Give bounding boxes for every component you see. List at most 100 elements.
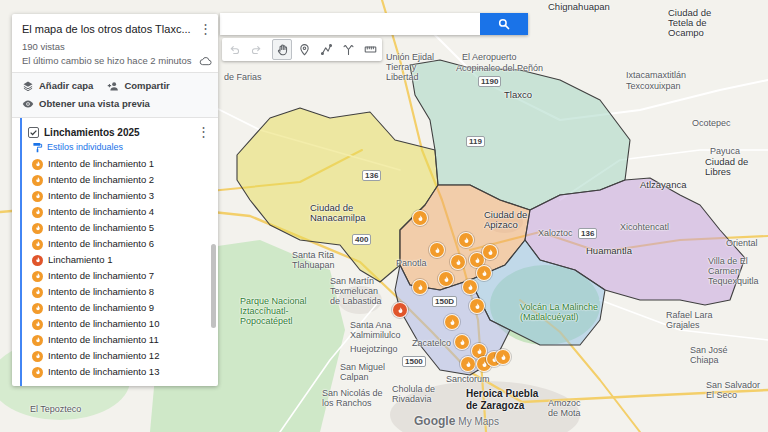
- search-input[interactable]: [220, 13, 480, 35]
- place-label: Santa Ana Xalmimilulco: [350, 320, 410, 340]
- map-side-panel: El mapa de los otros datos Tlaxc... ⋮ 190 …: [12, 14, 218, 386]
- incident-marker[interactable]: [458, 232, 474, 248]
- map-action-button[interactable]: Obtener una vista previa: [22, 98, 208, 110]
- flame-icon: [458, 338, 467, 347]
- feature-item[interactable]: Intento de linchamiento 4: [28, 204, 210, 220]
- flame-icon: [396, 306, 405, 315]
- place-label: El Aeropuerto: [462, 52, 517, 62]
- incident-marker[interactable]: [469, 298, 485, 314]
- last-change: El último cambio se hizo hace 2 minutos: [22, 55, 192, 66]
- place-label: Zacatelco: [412, 338, 451, 348]
- incident-marker[interactable]: [450, 254, 466, 270]
- feature-item[interactable]: Intento de linchamiento 9: [28, 300, 210, 316]
- feature-item[interactable]: Intento de linchamiento 7: [28, 268, 210, 284]
- incident-marker[interactable]: [412, 279, 428, 295]
- map-action-button[interactable]: Añadir capa: [22, 80, 93, 92]
- feature-item[interactable]: Intento de linchamiento 1: [28, 156, 210, 172]
- eye-icon: [22, 98, 34, 110]
- flame-icon: [466, 283, 475, 292]
- incident-marker[interactable]: [462, 279, 478, 295]
- incident-marker[interactable]: [476, 265, 492, 281]
- google-logo: Google: [414, 415, 455, 428]
- feature-item[interactable]: Intento de linchamiento 13: [28, 364, 210, 380]
- place-label: Santa Rita Tlahuapan: [292, 250, 352, 270]
- place-label: San José Chiapa: [690, 345, 740, 365]
- feature-item[interactable]: Intento de linchamiento 6: [28, 236, 210, 252]
- person-add-icon: [107, 80, 119, 92]
- flame-badge-icon: [32, 239, 43, 250]
- road-shield: 136: [578, 228, 597, 239]
- flame-icon: [499, 353, 508, 362]
- toolbar-button[interactable]: [338, 39, 358, 60]
- incident-marker[interactable]: [444, 314, 460, 330]
- layer-name[interactable]: Linchamientos 2025: [44, 126, 191, 139]
- flame-badge-icon: [32, 303, 43, 314]
- map-attribution: GoogleMy Maps: [414, 415, 499, 428]
- toolbar-button[interactable]: [246, 39, 266, 60]
- view-count: 190 vistas: [22, 41, 212, 52]
- ruler-icon: [364, 43, 377, 56]
- layer-style-link[interactable]: Estilos individuales: [32, 140, 210, 154]
- draw-line-icon: [320, 43, 333, 56]
- place-label: Atlzayanca: [640, 180, 686, 190]
- place-label: Cholula de Rivadavia: [392, 384, 442, 404]
- feature-item[interactable]: Intento de linchamiento 12: [28, 348, 210, 364]
- flame-icon: [464, 360, 473, 369]
- incident-marker[interactable]: [392, 302, 408, 318]
- place-label: Ixtacamaxtitlán: [626, 70, 686, 80]
- feature-item[interactable]: Intento de linchamiento 8: [28, 284, 210, 300]
- place-label: Ciudad de Apizaco: [484, 210, 534, 230]
- flame-icon: [442, 275, 451, 284]
- incident-marker[interactable]: [460, 356, 476, 372]
- place-label: Rafael Lara Grajales: [666, 310, 716, 330]
- feature-item[interactable]: Intento de linchamiento 11: [28, 332, 210, 348]
- feature-item[interactable]: Intento de linchamiento 2: [28, 172, 210, 188]
- undo-icon: [228, 43, 241, 56]
- map-menu-button[interactable]: ⋮: [198, 22, 212, 36]
- municipality-region[interactable]: [395, 265, 510, 375]
- place-label: Panotla: [396, 258, 427, 268]
- feature-item[interactable]: Intento de linchamiento 10: [28, 316, 210, 332]
- toolbar-button[interactable]: [360, 39, 380, 60]
- incident-marker[interactable]: [482, 244, 498, 260]
- product-name: My Maps: [458, 416, 499, 428]
- check-icon: [29, 128, 38, 137]
- incident-marker[interactable]: [412, 210, 428, 226]
- road-shield: 1190: [478, 76, 501, 87]
- incident-marker[interactable]: [495, 349, 511, 365]
- place-label: San Nicolás de los Ranchos: [322, 388, 386, 408]
- place-label: Ciudad de Libres: [705, 157, 760, 177]
- road-shield: 136: [362, 170, 381, 181]
- place-label: Huamantla: [586, 246, 632, 256]
- place-label: Ocotepec: [692, 118, 731, 128]
- flame-badge-icon: [32, 223, 43, 234]
- flame-icon: [462, 236, 471, 245]
- place-label: Amozoc de Mota: [548, 398, 592, 418]
- place-label: Xaloztoc: [538, 228, 573, 238]
- incident-marker[interactable]: [454, 334, 470, 350]
- toolbar-button[interactable]: [224, 39, 244, 60]
- search-button[interactable]: [480, 13, 528, 35]
- map-action-button[interactable]: Compartir: [107, 80, 169, 92]
- scrollbar-thumb[interactable]: [211, 244, 216, 328]
- feature-item[interactable]: Linchamiento 1: [28, 252, 210, 268]
- pin-icon: [298, 43, 311, 56]
- flame-icon: [475, 347, 484, 356]
- road-shield: 119: [466, 136, 485, 147]
- toolbar-button[interactable]: [272, 39, 292, 60]
- toolbar-button[interactable]: [294, 39, 314, 60]
- flame-icon: [473, 256, 482, 265]
- incident-marker[interactable]: [429, 242, 445, 258]
- road-shield: 150D: [432, 296, 457, 307]
- flame-badge-icon: [32, 351, 43, 362]
- feature-item[interactable]: Intento de linchamiento 5: [28, 220, 210, 236]
- incident-marker[interactable]: [438, 271, 454, 287]
- toolbar-button[interactable]: [316, 39, 336, 60]
- flame-badge-icon: [32, 271, 43, 282]
- layer-checkbox[interactable]: [28, 127, 39, 138]
- place-label: Texcoxuixpan: [626, 81, 681, 91]
- layer-menu-button[interactable]: ⋮: [196, 125, 210, 139]
- flame-icon: [480, 269, 489, 278]
- feature-item[interactable]: Intento de linchamiento 3: [28, 188, 210, 204]
- map-title[interactable]: El mapa de los otros datos Tlaxc...: [22, 22, 194, 36]
